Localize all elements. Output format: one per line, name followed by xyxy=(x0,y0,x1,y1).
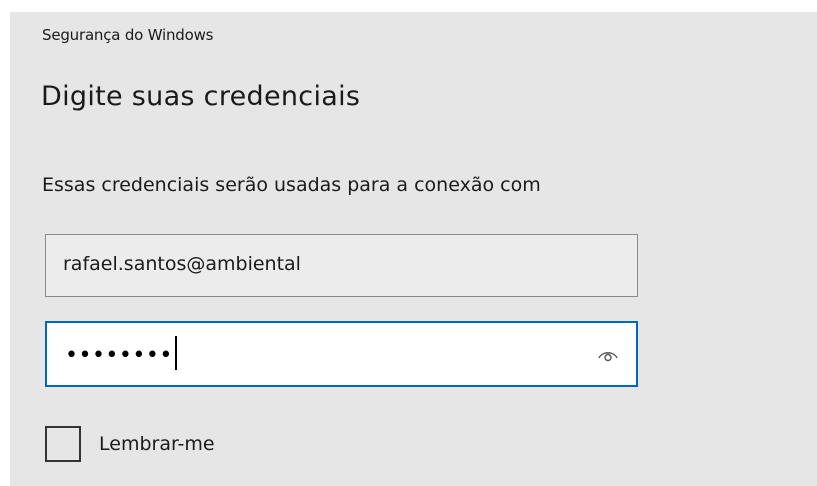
username-value: rafael.santos@ambiental xyxy=(63,253,301,275)
username-field[interactable]: rafael.santos@ambiental xyxy=(45,234,638,297)
window-title: Segurança do Windows xyxy=(42,26,214,44)
password-value: •••••••• xyxy=(65,336,177,373)
password-mask: •••••••• xyxy=(65,343,173,368)
eye-icon xyxy=(598,352,618,362)
remember-me-checkbox[interactable] xyxy=(45,426,81,462)
page-title: Digite suas credenciais xyxy=(41,81,361,112)
reveal-password-button[interactable] xyxy=(594,341,622,369)
text-caret xyxy=(174,336,177,370)
description-text: Essas credenciais serão usadas para a co… xyxy=(42,174,541,196)
credential-dialog: Segurança do Windows Digite suas credenc… xyxy=(10,12,817,486)
password-field[interactable]: •••••••• xyxy=(45,321,638,387)
remember-me-row[interactable]: Lembrar-me xyxy=(45,424,215,464)
remember-me-label[interactable]: Lembrar-me xyxy=(99,433,215,455)
